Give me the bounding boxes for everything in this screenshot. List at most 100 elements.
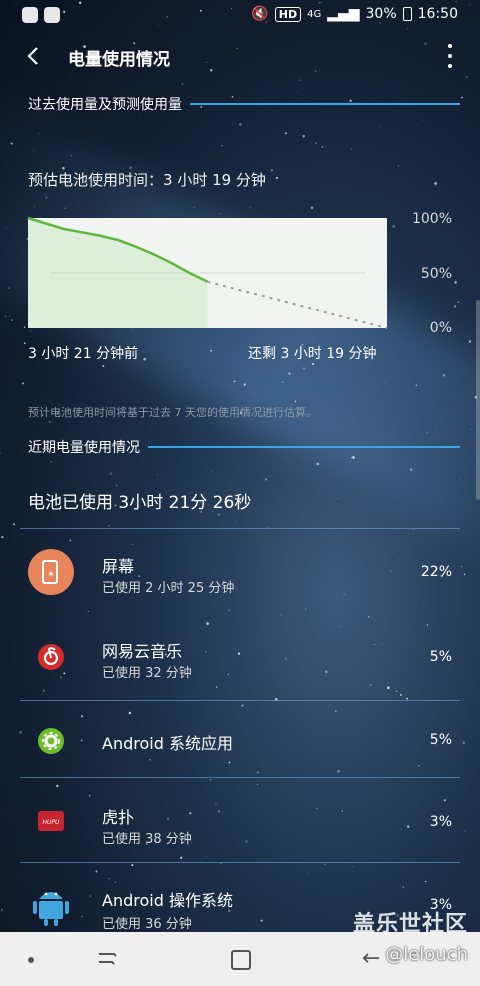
star xyxy=(426,431,428,434)
star xyxy=(229,385,230,386)
back-nav-icon[interactable]: ← xyxy=(362,946,380,971)
star xyxy=(270,169,274,172)
y-tick-label: 0% xyxy=(429,320,452,336)
divider xyxy=(20,528,460,529)
hd-badge: HD xyxy=(274,6,302,22)
star xyxy=(302,134,306,138)
star xyxy=(351,148,353,150)
star xyxy=(253,391,254,393)
star xyxy=(157,474,158,475)
star xyxy=(221,144,223,147)
star xyxy=(10,319,13,321)
app-name: 网易云音乐 xyxy=(102,642,183,661)
battery-used-total: 电池已使用 3小时 21分 26秒 xyxy=(28,493,252,513)
star xyxy=(379,126,380,128)
star xyxy=(351,457,353,459)
netease-music-icon xyxy=(28,634,74,680)
star xyxy=(288,372,291,375)
page-title: 电量使用情况 xyxy=(68,50,170,70)
star xyxy=(0,452,1,454)
star xyxy=(21,382,24,385)
star xyxy=(243,383,246,386)
star xyxy=(457,301,460,303)
app-usage-time: 已使用 2 小时 25 分钟 xyxy=(102,581,235,596)
more-options-button[interactable] xyxy=(446,44,454,68)
dot-icon[interactable] xyxy=(28,957,34,963)
star xyxy=(415,384,418,386)
star xyxy=(233,380,236,383)
star xyxy=(193,206,196,209)
star xyxy=(212,470,214,472)
battery-icon xyxy=(402,7,412,21)
app-row-android-system[interactable]: Android 系统应用 5% xyxy=(0,701,480,781)
star xyxy=(23,342,26,345)
star xyxy=(50,460,53,463)
app-percent: 5% xyxy=(429,732,452,748)
star xyxy=(392,224,396,228)
app-usage-time: 已使用 36 分钟 xyxy=(102,917,192,932)
star xyxy=(302,367,306,370)
back-button[interactable] xyxy=(20,42,48,70)
star xyxy=(4,315,7,318)
star xyxy=(454,281,457,284)
star xyxy=(297,132,298,133)
watermark-title: 盖乐世社区 xyxy=(352,912,468,937)
star xyxy=(115,484,118,487)
app-row-netease-music[interactable]: 网易云音乐 已使用 32 分钟 5% xyxy=(0,616,480,696)
predicted-usage-line xyxy=(207,280,388,329)
star xyxy=(321,145,324,148)
section-label: 近期电量使用情况 xyxy=(28,440,140,456)
star xyxy=(297,92,298,93)
star xyxy=(442,374,446,377)
star xyxy=(264,478,268,481)
star xyxy=(422,119,424,121)
star xyxy=(45,196,48,199)
app-name: 屏幕 xyxy=(102,557,135,576)
section-divider xyxy=(190,103,460,105)
scrollbar[interactable] xyxy=(476,300,480,500)
section-header-past: 过去使用量及预测使用量 xyxy=(28,94,460,114)
star xyxy=(217,513,221,516)
star xyxy=(468,340,471,343)
star xyxy=(275,176,278,180)
star xyxy=(109,472,113,476)
star xyxy=(48,420,51,423)
y-tick-label: 100% xyxy=(411,211,452,227)
y-tick-label: 50% xyxy=(420,266,452,282)
star xyxy=(30,330,32,332)
app-row-screen[interactable]: ✶ 屏幕 已使用 2 小时 25 分钟 22% xyxy=(0,531,480,611)
svg-text:HUPU: HUPU xyxy=(43,819,61,826)
notification-icon xyxy=(44,7,60,23)
star xyxy=(13,523,16,526)
x-start-label: 3 小时 21 分钟前 xyxy=(28,346,139,362)
star xyxy=(316,462,320,466)
app-usage-time: 已使用 32 分钟 xyxy=(102,666,192,681)
usage-area xyxy=(28,218,208,328)
app-row-hupu[interactable]: HUPU 虎扑 已使用 38 分钟 3% xyxy=(0,778,480,858)
battery-chart xyxy=(27,216,388,329)
star xyxy=(141,190,143,192)
star xyxy=(470,429,472,430)
star xyxy=(294,400,297,403)
star xyxy=(219,213,221,215)
star xyxy=(425,319,427,321)
star xyxy=(181,83,184,85)
app-name: Android 系统应用 xyxy=(102,734,233,753)
star xyxy=(466,265,468,267)
recents-icon[interactable] xyxy=(96,948,120,970)
star xyxy=(8,287,11,290)
notification-icon xyxy=(22,7,38,23)
star xyxy=(210,349,212,352)
star xyxy=(23,326,26,328)
star xyxy=(384,382,386,384)
star xyxy=(10,142,13,145)
section-divider xyxy=(148,446,460,448)
star xyxy=(33,149,35,151)
estimated-time: 预估电池使用时间：3 小时 19 分钟 xyxy=(28,171,266,189)
signal-icon: ▂▄▆ xyxy=(327,6,360,22)
chevron-left-icon xyxy=(27,47,38,65)
home-button[interactable] xyxy=(231,950,251,970)
star xyxy=(107,525,110,527)
star xyxy=(315,142,318,145)
android-system-icon xyxy=(28,718,74,764)
